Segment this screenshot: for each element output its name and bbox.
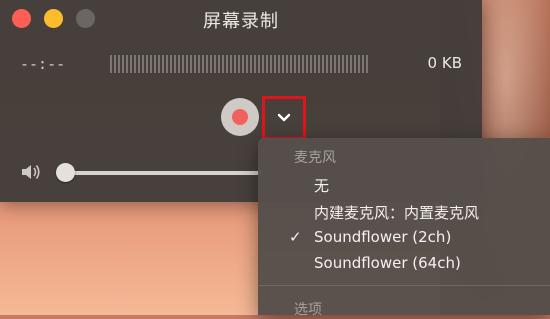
audio-level-meter [110, 55, 370, 73]
menu-section-microphone: 麦克风 [294, 150, 336, 166]
record-icon [232, 109, 248, 125]
recording-options-menu: 麦克风 无 内建麦克风：内置麦克风 ✓ Soundflower (2ch) So… [258, 138, 550, 318]
elapsed-time: --:-- [20, 55, 66, 73]
menu-section-options: 选项 [294, 302, 322, 318]
options-dropdown-button[interactable] [262, 96, 306, 140]
window-title: 屏幕录制 [203, 11, 279, 32]
volume-slider-track[interactable] [62, 171, 262, 175]
checkmark-icon: ✓ [289, 228, 302, 246]
menu-separator [258, 285, 550, 286]
desktop-background [0, 200, 260, 315]
volume-slider-knob[interactable] [56, 163, 75, 182]
record-button[interactable] [221, 98, 259, 136]
menu-item-soundflower-64ch[interactable]: Soundflower (64ch) [314, 254, 461, 272]
chevron-down-icon [277, 113, 291, 122]
speaker-icon [22, 165, 40, 179]
menu-item-soundflower-2ch[interactable]: Soundflower (2ch) [314, 228, 451, 246]
file-size: 0 KB [427, 54, 462, 72]
menu-item-builtin-mic[interactable]: 内建麦克风：内置麦克风 [314, 202, 479, 223]
menu-item-none[interactable]: 无 [314, 175, 329, 196]
